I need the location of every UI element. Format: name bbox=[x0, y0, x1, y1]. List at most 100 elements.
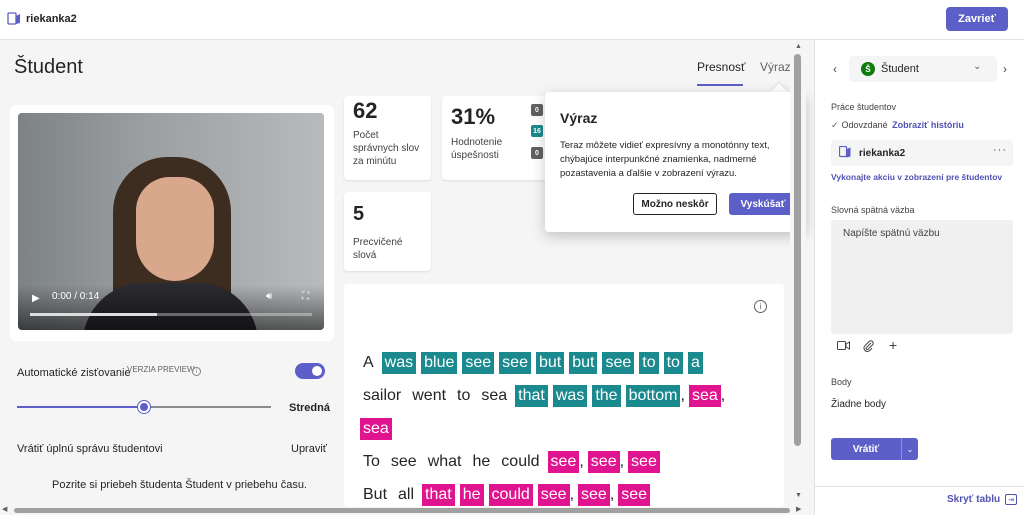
passage-word[interactable]: sailor bbox=[360, 385, 404, 407]
passage-word-highlighted[interactable]: bottom bbox=[625, 385, 681, 407]
passage-word-highlighted[interactable]: see bbox=[618, 484, 651, 506]
passage-word-highlighted[interactable]: the bbox=[592, 385, 621, 407]
passage-word-highlighted[interactable]: that bbox=[515, 385, 548, 407]
passage-word[interactable]: he bbox=[470, 451, 494, 473]
page-title: Študent bbox=[14, 56, 83, 78]
passage-punctuation: , bbox=[609, 486, 615, 503]
passage-word-highlighted[interactable]: to bbox=[639, 352, 659, 374]
popup-title: Výraz bbox=[560, 110, 598, 126]
passage-word-highlighted[interactable]: was bbox=[381, 352, 417, 374]
accuracy-value: 31% bbox=[451, 104, 496, 129]
passage-word-highlighted[interactable]: see bbox=[547, 451, 580, 473]
video-record-icon[interactable] bbox=[837, 340, 850, 354]
tab-selected-indicator bbox=[697, 84, 743, 86]
passage-word-highlighted[interactable]: sea bbox=[688, 385, 721, 407]
attach-icon[interactable] bbox=[863, 340, 874, 355]
passage-word-highlighted[interactable]: could bbox=[488, 484, 533, 506]
video-seek-progress bbox=[30, 313, 157, 316]
reading-progress-file-icon bbox=[839, 146, 851, 158]
scroll-up-arrow-icon[interactable]: ▲ bbox=[795, 43, 802, 50]
passage-word-highlighted[interactable]: to bbox=[663, 352, 683, 374]
passage-line: But all that he could see, see, see bbox=[360, 484, 655, 506]
passage-word-highlighted[interactable]: see bbox=[602, 352, 635, 374]
popup-text: Teraz môžete vidieť expresívny a monotón… bbox=[560, 140, 770, 179]
hide-panel-link[interactable]: Skryť tablu bbox=[947, 494, 1000, 505]
passage-word-highlighted[interactable]: see bbox=[499, 352, 531, 374]
vertical-scroll-thumb[interactable] bbox=[794, 54, 801, 446]
return-options-chevron-icon[interactable]: ⌄ bbox=[901, 438, 918, 460]
passage-word[interactable]: sea bbox=[478, 385, 510, 407]
edit-link[interactable]: Upraviť bbox=[291, 443, 327, 455]
passage-word-highlighted[interactable]: see bbox=[628, 451, 660, 473]
sensitivity-slider-thumb[interactable] bbox=[138, 401, 150, 413]
passage-word-highlighted[interactable]: blue bbox=[421, 352, 458, 374]
accuracy-card: 31% Hodnotenie úspešnosti 0 16 0 bbox=[442, 96, 548, 180]
passage-word[interactable]: could bbox=[498, 451, 542, 473]
passage-word-highlighted[interactable]: a bbox=[687, 352, 703, 374]
passage-word-highlighted[interactable]: was bbox=[552, 385, 588, 407]
passage-word[interactable]: But bbox=[360, 484, 390, 506]
practiced-value: 5 bbox=[353, 203, 365, 225]
top-bar: riekanka2 Zavrieť bbox=[0, 0, 1024, 40]
passage-word-highlighted[interactable]: see bbox=[578, 484, 610, 506]
student-recording-video[interactable]: ▶ 0:00 / 0:14 🔊︎ ⛶ bbox=[18, 113, 324, 330]
return-button[interactable]: Vrátiť bbox=[831, 438, 901, 460]
passage-word[interactable]: to bbox=[454, 385, 473, 407]
passage-punctuation: , bbox=[619, 453, 625, 470]
student-selector[interactable]: Š Študent ⌄ bbox=[849, 56, 997, 82]
accuracy-label: Hodnotenie úspešnosti bbox=[451, 137, 503, 161]
next-student-icon[interactable]: › bbox=[1003, 62, 1007, 76]
submitted-file-card[interactable]: riekanka2 ··· bbox=[831, 140, 1013, 166]
passage-word-highlighted[interactable]: but bbox=[569, 352, 598, 374]
passage-word[interactable]: went bbox=[409, 385, 449, 407]
collapse-panel-icon[interactable]: ⇥ bbox=[1005, 494, 1017, 505]
passage-word[interactable]: see bbox=[388, 451, 420, 473]
close-button[interactable]: Zavrieť bbox=[946, 7, 1008, 31]
passage-word-highlighted[interactable]: sea bbox=[360, 418, 392, 440]
more-options-icon[interactable]: ··· bbox=[993, 144, 1007, 156]
tab-accuracy[interactable]: Presnosť bbox=[697, 60, 746, 74]
passage-word[interactable]: all bbox=[395, 484, 417, 506]
vertical-scrollbar[interactable]: ▲ ▼ bbox=[790, 40, 806, 507]
passage-word[interactable]: A bbox=[360, 352, 377, 374]
tab-expression[interactable]: Výraz bbox=[760, 60, 791, 74]
previous-student-icon[interactable]: ‹ bbox=[833, 62, 837, 76]
expression-teaching-popup: Výraz Teraz môžete vidieť expresívny a m… bbox=[545, 92, 805, 232]
passage-line: sea bbox=[360, 418, 397, 440]
horizontal-scroll-thumb[interactable] bbox=[14, 508, 790, 513]
feedback-input[interactable]: Napíšte spätnú väzbu bbox=[831, 220, 1013, 334]
passage-word-highlighted[interactable]: that bbox=[422, 484, 455, 506]
scroll-down-arrow-icon[interactable]: ▼ bbox=[795, 492, 802, 499]
feedback-placeholder: Napíšte spätnú väzbu bbox=[843, 228, 940, 239]
fullscreen-icon[interactable]: ⛶ bbox=[302, 291, 309, 302]
try-it-button[interactable]: Vyskúšať bbox=[729, 193, 797, 215]
play-icon[interactable]: ▶ bbox=[32, 293, 40, 304]
return-report-label: Vrátiť úplnú správu študentovi bbox=[17, 443, 163, 455]
file-name: riekanka2 bbox=[859, 148, 906, 159]
scroll-left-arrow-icon[interactable]: ◀ bbox=[2, 505, 7, 513]
passage-word-highlighted[interactable]: see bbox=[462, 352, 495, 374]
passage-word-highlighted[interactable]: but bbox=[535, 352, 565, 374]
passage-word-highlighted[interactable]: he bbox=[459, 484, 484, 506]
maybe-later-button[interactable]: Možno neskôr bbox=[633, 193, 717, 215]
student-view-action-link[interactable]: Vykonajte akciu v zobrazení pre študento… bbox=[831, 172, 1002, 182]
passage-line: To see what he could see, see, see bbox=[360, 451, 665, 473]
practiced-words-card: 5 Precvičené slová bbox=[344, 192, 431, 271]
passage-line: Awas blue see see but but see to to a bbox=[360, 352, 708, 374]
volume-icon[interactable]: 🔊︎ bbox=[266, 291, 272, 302]
info-icon[interactable]: i bbox=[192, 367, 201, 376]
horizontal-scrollbar[interactable]: ◀ ▶ bbox=[0, 505, 806, 515]
submission-status: ✓ Odovzdané Zobraziť históriu bbox=[831, 120, 964, 131]
reading-passage: i Awas blue see see but but see to to a sailor went… bbox=[344, 284, 784, 507]
video-person-face bbox=[136, 177, 214, 281]
passage-info-icon[interactable]: i bbox=[754, 300, 767, 313]
passage-word-highlighted[interactable]: see bbox=[537, 484, 570, 506]
scroll-right-arrow-icon[interactable]: ▶ bbox=[796, 505, 801, 513]
add-icon[interactable]: + bbox=[889, 337, 897, 353]
passage-word[interactable]: To bbox=[360, 451, 383, 473]
passage-word-highlighted[interactable]: see bbox=[587, 451, 620, 473]
view-history-link[interactable]: Zobraziť históriu bbox=[892, 120, 964, 130]
chevron-down-icon: ⌄ bbox=[973, 61, 982, 72]
passage-word[interactable]: what bbox=[425, 451, 465, 473]
passage-punctuation: , bbox=[569, 486, 575, 503]
